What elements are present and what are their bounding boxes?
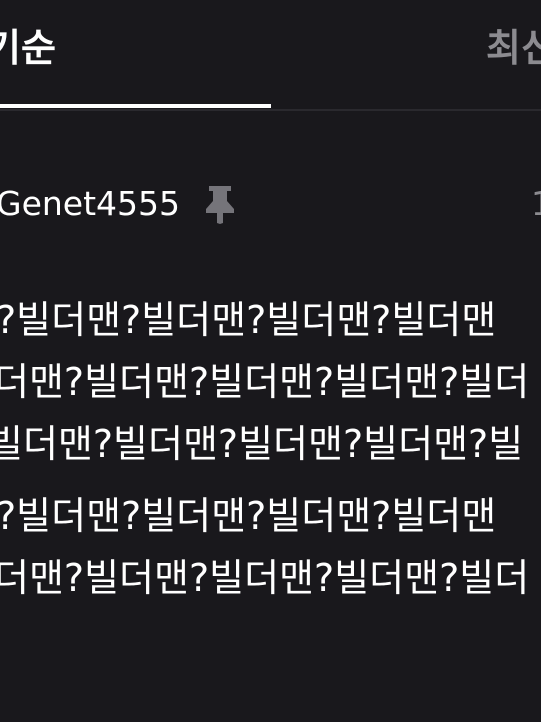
comment-body: ?빌더맨?빌더맨?빌더맨?빌더맨 더맨?빌더맨?빌더맨?빌더맨?빌더 빌더맨?빌… — [0, 290, 541, 620]
tabs-divider — [0, 109, 541, 111]
comment-line: 더맨?빌더맨?빌더맨?빌더맨?빌더 — [0, 556, 530, 600]
comment-line: ?빌더맨?빌더맨?빌더맨?빌더맨 — [0, 494, 497, 538]
comment-line: ?빌더맨?빌더맨?빌더맨?빌더맨 — [0, 298, 497, 342]
pin-icon — [206, 186, 234, 224]
active-tab-indicator — [0, 104, 271, 108]
sort-tabs: 기순 최신 — [0, 0, 541, 111]
comment-author[interactable]: Genet4555 — [0, 182, 180, 226]
comment-line: 더맨?빌더맨?빌더맨?빌더맨?빌더 — [0, 360, 530, 404]
tab-popular[interactable]: 기순 — [0, 22, 56, 74]
comment-line: 빌더맨?빌더맨?빌더맨?빌더맨?빌 — [0, 422, 524, 466]
tab-latest[interactable]: 최신 — [486, 22, 541, 74]
comment-meta-count: 1 — [531, 182, 541, 226]
comment-header: Genet4555 1 — [0, 176, 541, 232]
